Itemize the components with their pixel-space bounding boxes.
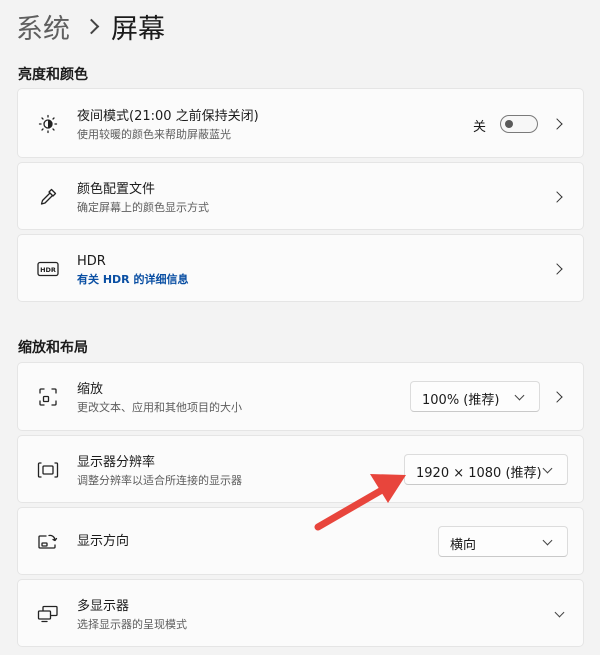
resolution-dropdown-value: 1920 × 1080 (推荐) (416, 466, 542, 481)
rotate-screen-icon (37, 531, 59, 553)
orientation-title: 显示方向 (77, 534, 130, 549)
breadcrumb-parent[interactable]: 系统 (16, 7, 70, 46)
display-orientation-card: 显示方向 横向 (17, 507, 584, 575)
sun-moon-icon (37, 113, 59, 135)
night-light-state-label: 关 (473, 120, 487, 135)
scale-title: 缩放 (77, 382, 104, 397)
svg-text:HDR: HDR (40, 266, 56, 274)
chevron-right-icon (551, 191, 563, 203)
resolution-icon (37, 459, 59, 481)
color-profile-subtitle: 确定屏幕上的颜色显示方式 (77, 201, 209, 214)
chevron-down-icon[interactable] (554, 607, 565, 618)
night-light-toggle[interactable] (500, 115, 538, 133)
breadcrumb: 系统 屏幕 (16, 6, 165, 46)
night-light-subtitle: 使用较暖的颜色来帮助屏蔽蓝光 (77, 128, 231, 141)
chevron-right-icon (551, 263, 563, 275)
hdr-card[interactable]: HDR HDR 有关 HDR 的详细信息 (17, 234, 584, 302)
hdr-title: HDR (77, 254, 106, 269)
display-resolution-card: 显示器分辨率 调整分辨率以适合所连接的显示器 1920 × 1080 (推荐) (17, 435, 584, 503)
chevron-down-icon (542, 463, 553, 474)
section-title-brightness: 亮度和颜色 (18, 67, 88, 83)
chevron-right-icon (83, 18, 100, 34)
chevron-right-icon (551, 391, 563, 403)
night-light-title: 夜间模式(21:00 之前保持关闭) (77, 109, 259, 124)
multiple-displays-card[interactable]: 多显示器 选择显示器的呈现模式 (17, 579, 584, 647)
section-title-scale-layout: 缩放和布局 (18, 340, 88, 356)
chevron-right-icon (551, 118, 563, 130)
color-profile-card[interactable]: 颜色配置文件 确定屏幕上的颜色显示方式 (17, 162, 584, 230)
multi-display-subtitle: 选择显示器的呈现模式 (77, 618, 187, 631)
scale-dropdown[interactable]: 100% (推荐) (410, 381, 540, 412)
night-light-card[interactable]: 夜间模式(21:00 之前保持关闭) 使用较暖的颜色来帮助屏蔽蓝光 关 (17, 88, 584, 158)
multi-display-title: 多显示器 (77, 599, 130, 614)
scale-card[interactable]: 缩放 更改文本、应用和其他项目的大小 100% (推荐) (17, 362, 584, 431)
page-title: 屏幕 (111, 13, 165, 45)
resolution-dropdown[interactable]: 1920 × 1080 (推荐) (404, 454, 568, 485)
multi-monitor-icon (37, 603, 59, 625)
scale-dropdown-value: 100% (推荐) (422, 393, 500, 408)
resolution-subtitle: 调整分辨率以适合所连接的显示器 (77, 474, 242, 487)
color-profile-title: 颜色配置文件 (77, 182, 156, 197)
toggle-knob (505, 120, 513, 128)
scale-subtitle: 更改文本、应用和其他项目的大小 (77, 401, 242, 414)
hdr-info-link[interactable]: 有关 HDR 的详细信息 (77, 272, 188, 287)
resolution-title: 显示器分辨率 (77, 455, 156, 470)
hdr-icon: HDR (37, 258, 59, 280)
scale-icon (37, 386, 59, 408)
orientation-dropdown-value: 横向 (450, 538, 477, 553)
eyedropper-icon (37, 186, 59, 208)
chevron-down-icon (514, 390, 525, 401)
orientation-dropdown[interactable]: 横向 (438, 526, 568, 557)
chevron-down-icon (542, 535, 553, 546)
